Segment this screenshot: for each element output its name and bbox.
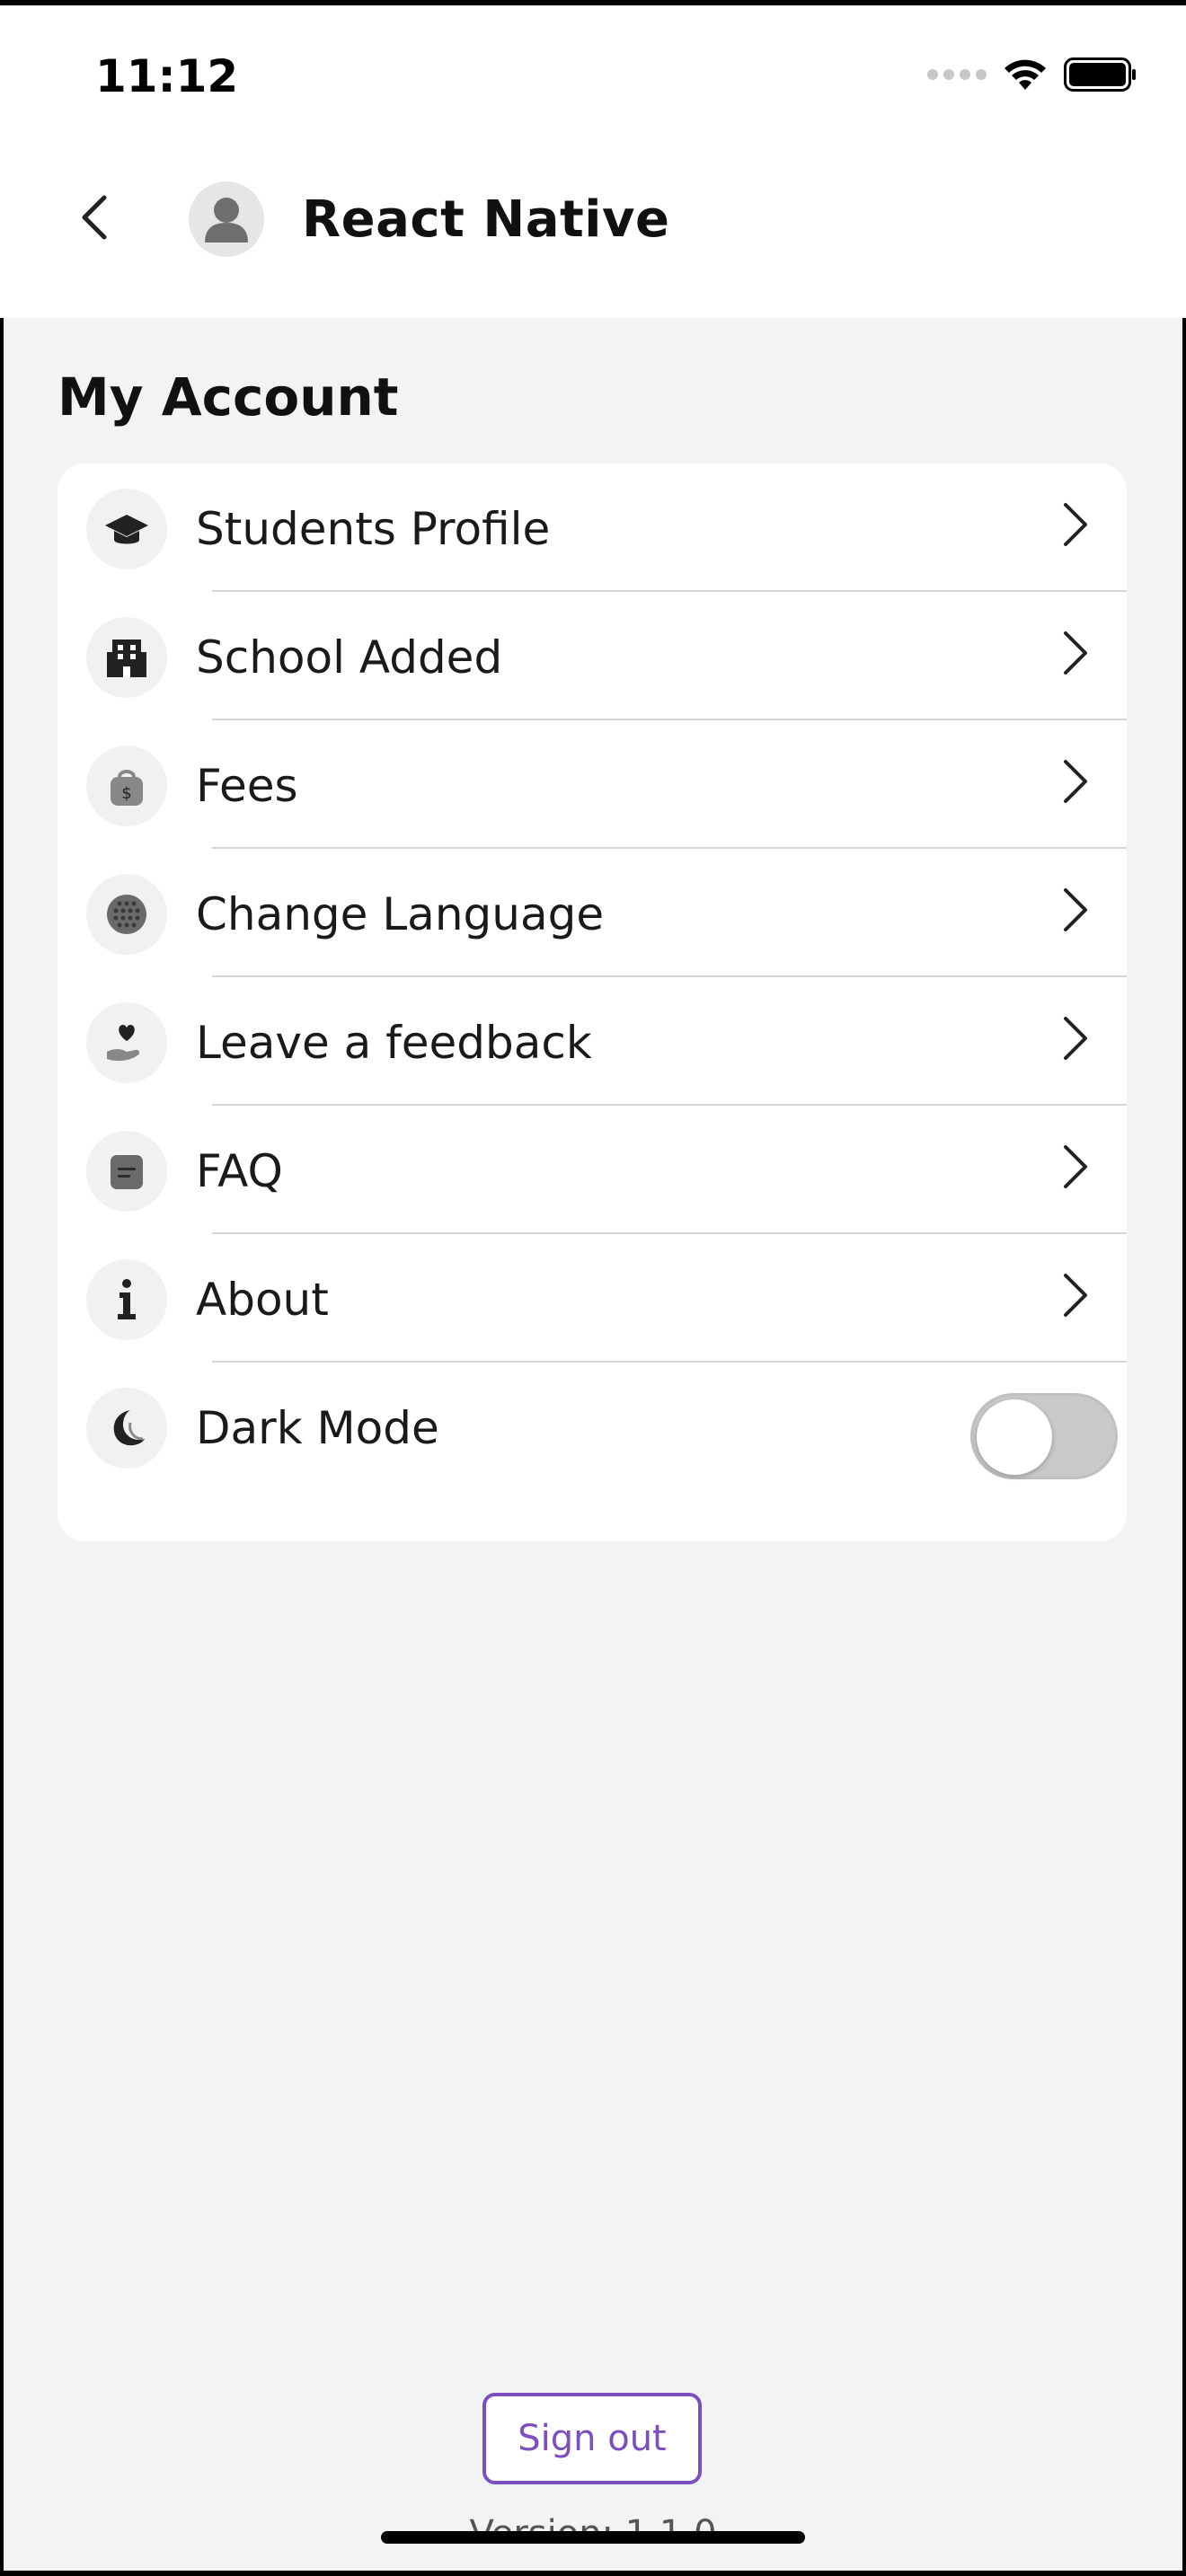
menu-item-label: Students Profile [196, 503, 551, 555]
menu-item-label: School Added [196, 631, 503, 684]
menu-item-label: FAQ [196, 1145, 283, 1197]
chevron-right-icon [1064, 631, 1087, 675]
menu-item-about[interactable]: About [58, 1234, 1127, 1363]
building-icon [107, 640, 146, 677]
dark-mode-toggle[interactable] [970, 1393, 1118, 1479]
screen-frame-right [1182, 0, 1186, 2576]
nav-bar: React Native [0, 174, 1186, 264]
graduation-cap-icon [105, 515, 148, 544]
home-indicator[interactable] [381, 2531, 805, 2544]
menu-item-dark-mode: Dark Mode [58, 1363, 1127, 1515]
menu-item-change-language[interactable]: Change Language [58, 849, 1127, 977]
avatar[interactable] [189, 181, 264, 257]
menu-item-label: Leave a feedback [196, 1017, 592, 1069]
chevron-right-icon [1064, 1017, 1087, 1060]
money-bag-icon: $ [111, 770, 143, 806]
chevron-right-icon [1064, 1274, 1087, 1317]
info-icon [118, 1279, 136, 1319]
header: 11:12 React Native [0, 5, 1186, 318]
chevron-right-icon [1064, 503, 1087, 546]
menu-item-faq[interactable]: FAQ [58, 1106, 1127, 1234]
chevron-right-icon [1064, 760, 1087, 803]
status-time: 11:12 [95, 50, 239, 102]
back-button[interactable] [70, 190, 124, 244]
account-menu-card: Students Profile School Added $ Fees Cha… [58, 463, 1127, 1541]
menu-item-students-profile[interactable]: Students Profile [58, 463, 1127, 592]
moon-icon [113, 1410, 145, 1446]
chevron-right-icon [1064, 1145, 1087, 1188]
person-icon [205, 198, 248, 243]
menu-item-label: Fees [196, 760, 298, 812]
wifi-icon [1005, 59, 1046, 90]
screen-frame-bottom [0, 2571, 1186, 2576]
note-icon [111, 1155, 143, 1189]
globe-icon [107, 895, 146, 934]
menu-item-school-added[interactable]: School Added [58, 592, 1127, 720]
nav-title: React Native [302, 190, 670, 249]
cellular-signal-icon [927, 69, 987, 80]
menu-item-label: About [196, 1274, 329, 1326]
menu-item-label: Dark Mode [196, 1402, 439, 1454]
hand-heart-icon [107, 1025, 140, 1062]
sign-out-button[interactable]: Sign out [482, 2393, 702, 2484]
section-title: My Account [58, 366, 399, 428]
menu-item-label: Change Language [196, 888, 605, 940]
menu-item-fees[interactable]: $ Fees [58, 720, 1127, 849]
status-icons [927, 57, 1137, 92]
chevron-right-icon [1064, 888, 1087, 931]
menu-item-leave-feedback[interactable]: Leave a feedback [58, 977, 1127, 1106]
battery-icon [1064, 57, 1136, 92]
screen-frame-left [0, 0, 4, 2576]
svg-text:$: $ [121, 784, 131, 803]
toggle-knob [977, 1399, 1052, 1475]
